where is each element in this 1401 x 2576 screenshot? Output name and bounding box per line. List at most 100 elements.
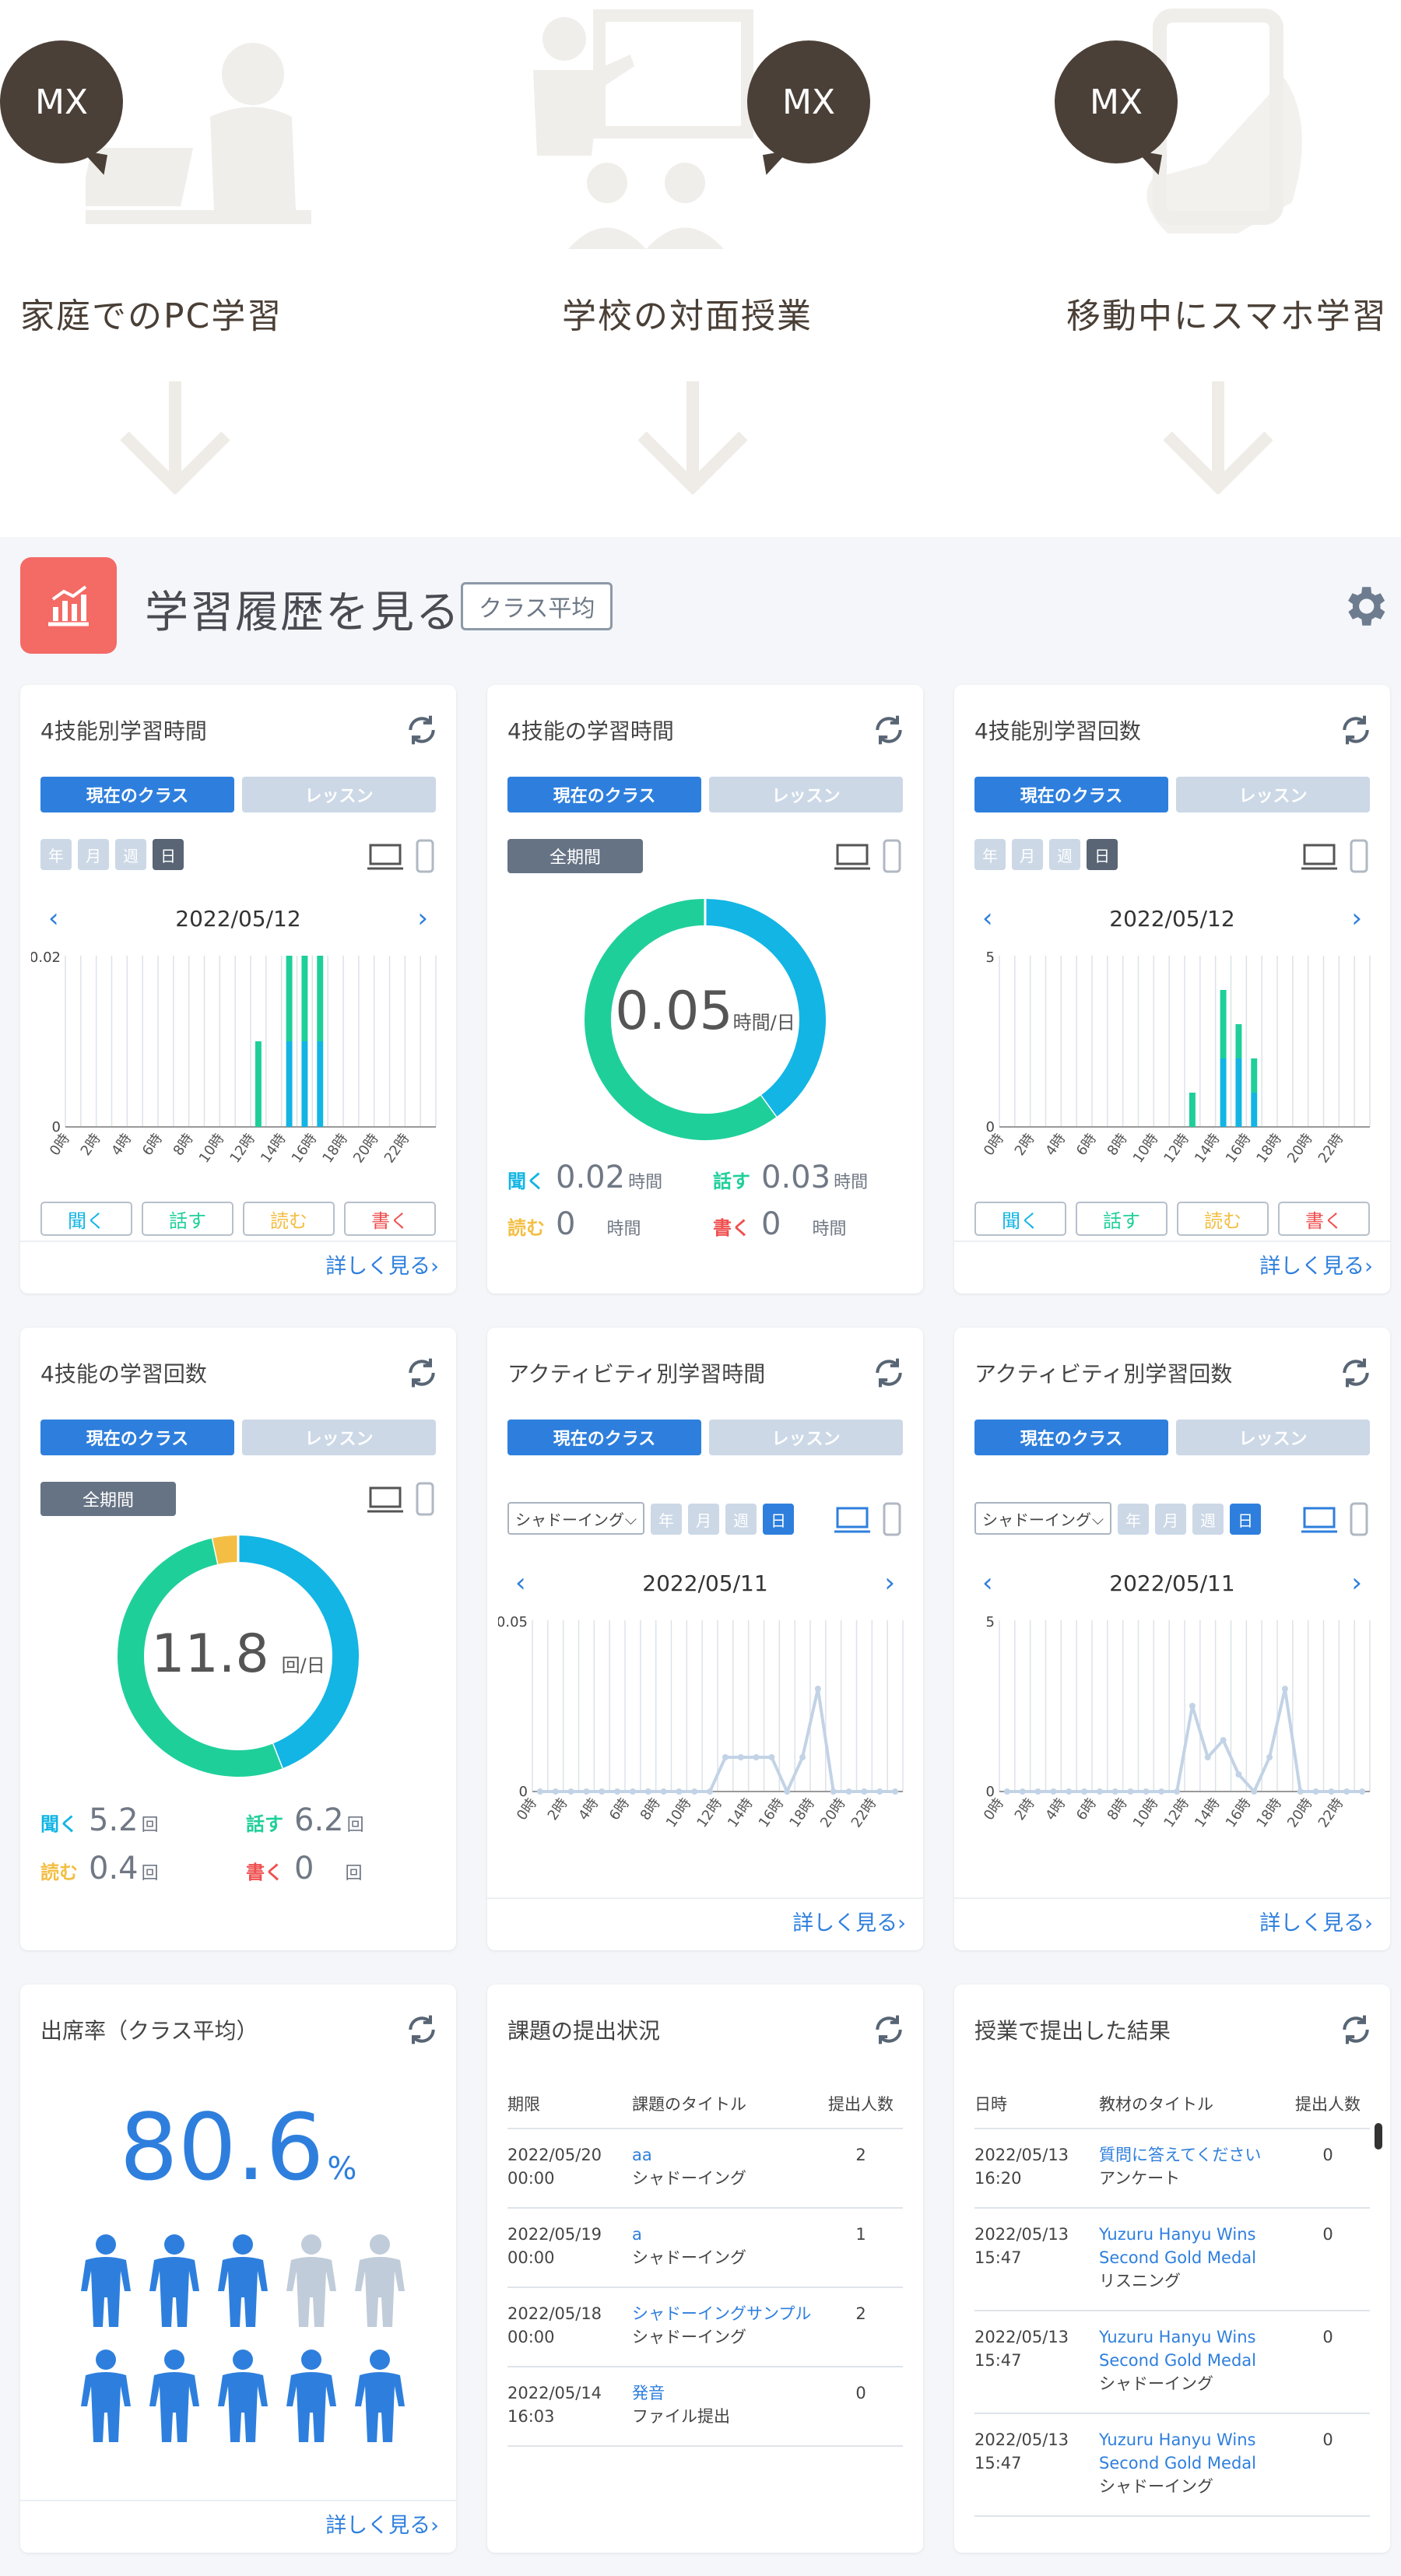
data-point <box>536 1788 543 1795</box>
data-point <box>1189 1703 1196 1709</box>
tab-current-class[interactable]: 現在のクラス <box>507 777 701 812</box>
table-row[interactable]: 2022/05/13 15:47 Yuzuru Hanyu Wins Second … <box>974 2414 1370 2517</box>
period-year-button[interactable]: 年 <box>651 1504 682 1535</box>
see-more-link[interactable]: 詳しく見る› <box>325 2508 439 2539</box>
see-more-link[interactable]: 詳しく見る› <box>325 1249 439 1279</box>
device-toggle[interactable] <box>834 1502 904 1538</box>
data-point <box>1174 1788 1181 1795</box>
period-week-button[interactable]: 週 <box>1049 839 1080 870</box>
slice-読む <box>212 1535 239 1564</box>
bar-聞く <box>1251 1093 1258 1127</box>
period-month-button[interactable]: 月 <box>688 1504 719 1535</box>
period-day-button[interactable]: 日 <box>1087 839 1118 870</box>
refresh-icon[interactable] <box>405 1356 439 1390</box>
period-day-button[interactable]: 日 <box>153 839 184 870</box>
bar-聞く <box>1235 1058 1242 1127</box>
table-row[interactable]: 2022/05/20 00:00 aa シャドーイング 2 <box>507 2129 903 2209</box>
chevron-down-icon: ⌵ <box>624 1510 637 1528</box>
refresh-icon[interactable] <box>1339 713 1373 747</box>
x-tick-label: 2時 <box>1012 1131 1038 1159</box>
period-week-button[interactable]: 週 <box>725 1504 757 1535</box>
skill-listen-button[interactable]: 聞く <box>40 1202 132 1236</box>
refresh-icon[interactable] <box>872 1356 906 1390</box>
tab-lesson[interactable]: レッスン <box>709 777 903 812</box>
tab-current-class[interactable]: 現在のクラス <box>40 1420 234 1455</box>
table-row[interactable]: 2022/05/18 00:00 シャドーイングサンプル シャドーイング 2 <box>507 2288 903 2367</box>
table-row[interactable]: 2022/05/19 00:00 a シャドーイング 1 <box>507 2209 903 2288</box>
class-average-badge[interactable]: クラス平均 <box>461 582 613 630</box>
date-label: 2022/05/12 <box>175 906 301 932</box>
period-year-button[interactable]: 年 <box>974 839 1006 870</box>
skill-speak-button[interactable]: 話す <box>1076 1202 1168 1236</box>
table-row[interactable]: 2022/05/13 16:20 質問に答えてください アンケート 0 <box>974 2129 1370 2209</box>
tab-current-class[interactable]: 現在のクラス <box>40 777 234 812</box>
skill-speak-button[interactable]: 話す <box>142 1202 234 1236</box>
table-row[interactable]: 2022/05/13 15:47 Yuzuru Hanyu Wins Second … <box>974 2311 1370 2414</box>
laptop-icon <box>1301 1507 1337 1533</box>
table-row[interactable]: 2022/05/13 15:47 Yuzuru Hanyu Wins Second … <box>974 2209 1370 2311</box>
tab-current-class[interactable]: 現在のクラス <box>974 1420 1168 1455</box>
skill-write-button[interactable]: 書く <box>344 1202 436 1236</box>
period-year-button[interactable]: 年 <box>40 839 72 870</box>
device-toggle[interactable] <box>367 1482 437 1518</box>
device-toggle[interactable] <box>834 839 904 875</box>
tab-lesson[interactable]: レッスン <box>242 777 436 812</box>
tab-current-class[interactable]: 現在のクラス <box>507 1420 701 1455</box>
all-period-button[interactable]: 全期間 <box>507 839 643 873</box>
skill-read-button[interactable]: 読む <box>1177 1202 1269 1236</box>
refresh-icon[interactable] <box>872 713 906 747</box>
period-day-button[interactable]: 日 <box>763 1504 794 1535</box>
device-toggle[interactable] <box>1301 1502 1371 1538</box>
tab-lesson[interactable]: レッスン <box>242 1420 436 1455</box>
card-title: 出席率（クラス平均） <box>40 2018 258 2044</box>
bar-話す <box>286 956 293 1041</box>
skill-read-button[interactable]: 読む <box>243 1202 335 1236</box>
tab-lesson[interactable]: レッスン <box>1176 1420 1370 1455</box>
next-date-button[interactable]: › <box>1351 1567 1362 1599</box>
table-scrollbar[interactable] <box>1375 2123 1382 2150</box>
attendance-people-icons <box>81 2234 405 2442</box>
all-period-button[interactable]: 全期間 <box>40 1482 176 1516</box>
refresh-icon[interactable] <box>1339 2013 1373 2047</box>
card-title: 4技能の学習時間 <box>507 718 674 744</box>
period-month-button[interactable]: 月 <box>1155 1504 1186 1535</box>
device-toggle[interactable] <box>1301 839 1371 875</box>
skill-write-button[interactable]: 書く <box>1278 1202 1370 1236</box>
next-date-button[interactable]: › <box>884 1567 895 1599</box>
mx-bubble-2: MX <box>747 40 870 163</box>
data-point <box>784 1788 791 1795</box>
x-tick-label: 4時 <box>575 1795 602 1823</box>
period-day-button[interactable]: 日 <box>1230 1504 1261 1535</box>
see-more-link[interactable]: 詳しく見る› <box>1259 1906 1373 1936</box>
tab-lesson[interactable]: レッスン <box>1176 777 1370 812</box>
period-month-button[interactable]: 月 <box>78 839 109 870</box>
table-row[interactable]: 2022/05/14 16:03 発音 ファイル提出 0 <box>507 2367 903 2447</box>
skill-listen-button[interactable]: 聞く <box>974 1202 1066 1236</box>
see-more-link[interactable]: 詳しく見る› <box>792 1906 906 1936</box>
gear-icon[interactable] <box>1339 581 1390 632</box>
refresh-icon[interactable] <box>405 713 439 747</box>
data-point <box>1281 1686 1288 1692</box>
period-week-button[interactable]: 週 <box>1192 1504 1224 1535</box>
refresh-icon[interactable] <box>405 2013 439 2047</box>
data-point <box>1220 1737 1227 1743</box>
activity-select[interactable]: シャドーイング ⌵ <box>974 1502 1111 1535</box>
data-point <box>737 1754 744 1760</box>
activity-select[interactable]: シャドーイング ⌵ <box>507 1502 644 1535</box>
tab-lesson[interactable]: レッスン <box>709 1420 903 1455</box>
see-more-link[interactable]: 詳しく見る› <box>1259 1249 1373 1279</box>
card-activity-time: アクティビティ別学習時間 現在のクラス レッスン シャドーイング ⌵ 年月週日 ‹ 2… <box>487 1328 923 1950</box>
smartphone-icon <box>1350 839 1368 873</box>
refresh-icon[interactable] <box>1339 1356 1373 1390</box>
next-date-button[interactable]: › <box>1351 903 1362 934</box>
data-point <box>1143 1788 1150 1795</box>
next-date-button[interactable]: › <box>417 903 428 934</box>
bar-話す <box>1220 990 1227 1058</box>
period-week-button[interactable]: 週 <box>115 839 146 870</box>
period-month-button[interactable]: 月 <box>1012 839 1043 870</box>
refresh-icon[interactable] <box>872 2013 906 2047</box>
period-year-button[interactable]: 年 <box>1118 1504 1149 1535</box>
device-toggle[interactable] <box>367 839 437 875</box>
results-table: 日時 教材のタイトル 提出人数 2022/05/13 16:20 質問に答えてくださいア… <box>974 2086 1370 2517</box>
tab-current-class[interactable]: 現在のクラス <box>974 777 1168 812</box>
